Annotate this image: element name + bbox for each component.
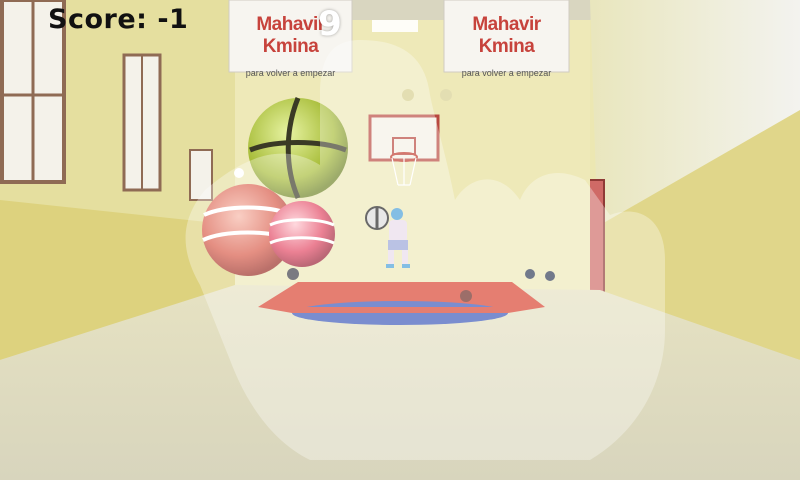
countdown-timer: 9 <box>318 4 342 44</box>
gym-scene <box>0 0 800 480</box>
banner-tagline: para volver a empezar <box>245 68 336 78</box>
banner-right-content: Mahavir Kmina para volver a empezar <box>444 14 569 78</box>
ceiling-light <box>372 20 418 32</box>
game-stage[interactable]: Mahavir Kmina para volver a empezar Maha… <box>0 0 800 480</box>
banner-brand: Mahavir Kmina <box>472 14 541 57</box>
score-label: Score: -1 <box>48 4 189 35</box>
banner-tagline: para volver a empezar <box>461 68 552 78</box>
